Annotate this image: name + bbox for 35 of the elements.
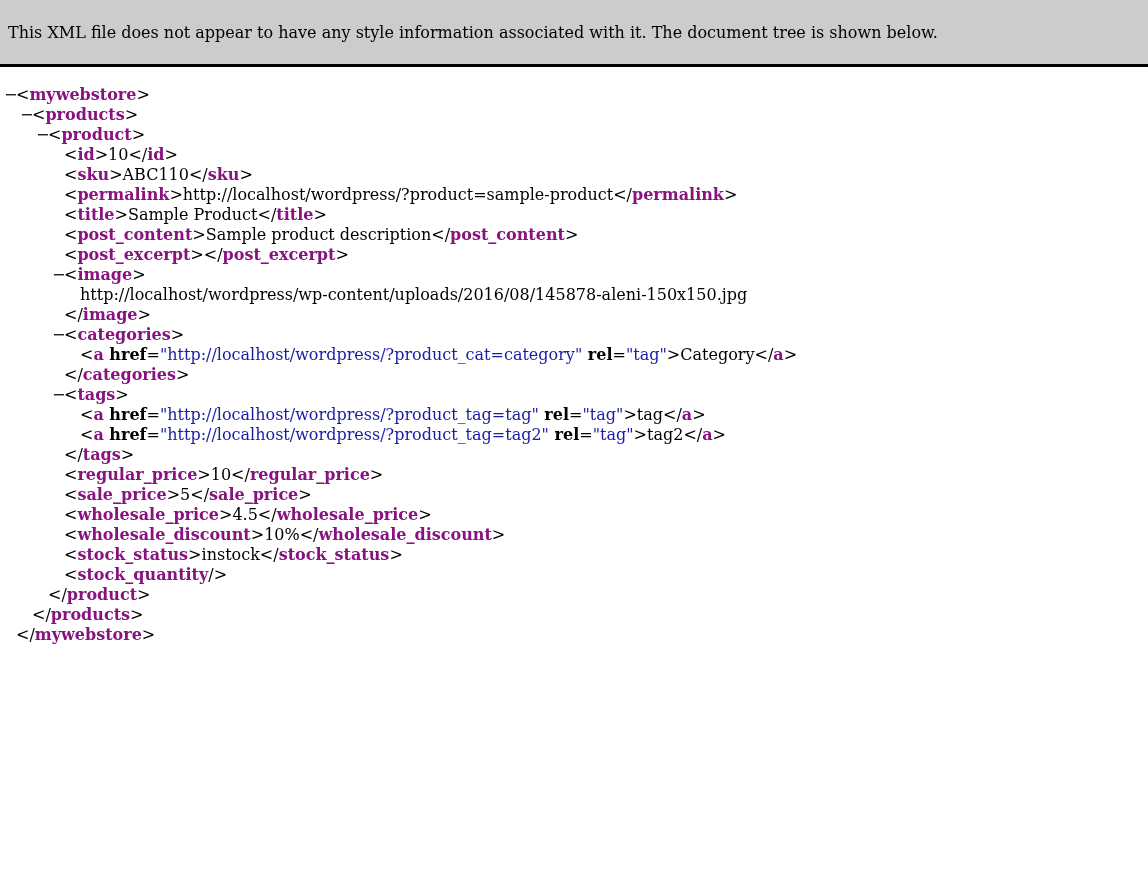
xml-open-tag: <categories> xyxy=(64,325,185,344)
xml-element: <stock_status>instock</stock_status> xyxy=(64,545,403,564)
xml-element: <title>Sample Product</title> xyxy=(64,205,327,224)
info-message: This XML file does not appear to have any style information associated with it. The document tree is shown below. xyxy=(8,23,938,42)
xml-element: <post_excerpt></post_excerpt> xyxy=(64,245,349,264)
xml-element: <sku>ABC110</sku> xyxy=(64,165,253,184)
xml-open-tag: <product> xyxy=(48,125,146,144)
xml-element: <a href="http://localhost/wordpress/?product_tag=tag2" rel="tag">tag2</a> xyxy=(80,425,726,444)
collapse-toggle[interactable]: − xyxy=(4,85,16,105)
collapse-toggle[interactable]: − xyxy=(52,265,64,285)
collapse-toggle[interactable]: − xyxy=(20,105,32,125)
xml-element: <post_content>Sample product description</post_content> xyxy=(64,225,579,244)
xml-open-tag: <tags> xyxy=(64,385,129,404)
xml-close-tag: </tags> xyxy=(64,445,135,464)
xml-element: <sale_price>5</sale_price> xyxy=(64,485,312,504)
xml-open-tag: <mywebstore> xyxy=(16,85,150,104)
xml-close-tag: </product> xyxy=(48,585,151,604)
xml-element: <a href="http://localhost/wordpress/?product_cat=category" rel="tag">Category</a> xyxy=(80,345,798,364)
xml-close-tag: </image> xyxy=(64,305,151,324)
collapse-toggle[interactable]: − xyxy=(36,125,48,145)
xml-element: <permalink>http://localhost/wordpress/?product=sample-product</permalink> xyxy=(64,185,738,204)
xml-element: <stock_quantity/> xyxy=(64,565,228,584)
xml-element: http://localhost/wordpress/wp-content/uploads/2016/08/145878-aleni-150x150.jpg xyxy=(80,285,748,304)
xml-close-tag: </mywebstore> xyxy=(16,625,156,644)
xml-element: <id>10</id> xyxy=(64,145,178,164)
collapse-toggle[interactable]: − xyxy=(52,325,64,345)
xml-element: <a href="http://localhost/wordpress/?product_tag=tag" rel="tag">tag</a> xyxy=(80,405,706,424)
xml-open-tag: <products> xyxy=(32,105,139,124)
xml-close-tag: </products> xyxy=(32,605,144,624)
xml-element: <wholesale_discount>10%</wholesale_discount> xyxy=(64,525,506,544)
xml-open-tag: <image> xyxy=(64,265,146,284)
xml-element: <regular_price>10</regular_price> xyxy=(64,465,384,484)
collapse-toggle[interactable]: − xyxy=(52,385,64,405)
xml-element: <wholesale_price>4.5</wholesale_price> xyxy=(64,505,432,524)
xml-close-tag: </categories> xyxy=(64,365,190,384)
